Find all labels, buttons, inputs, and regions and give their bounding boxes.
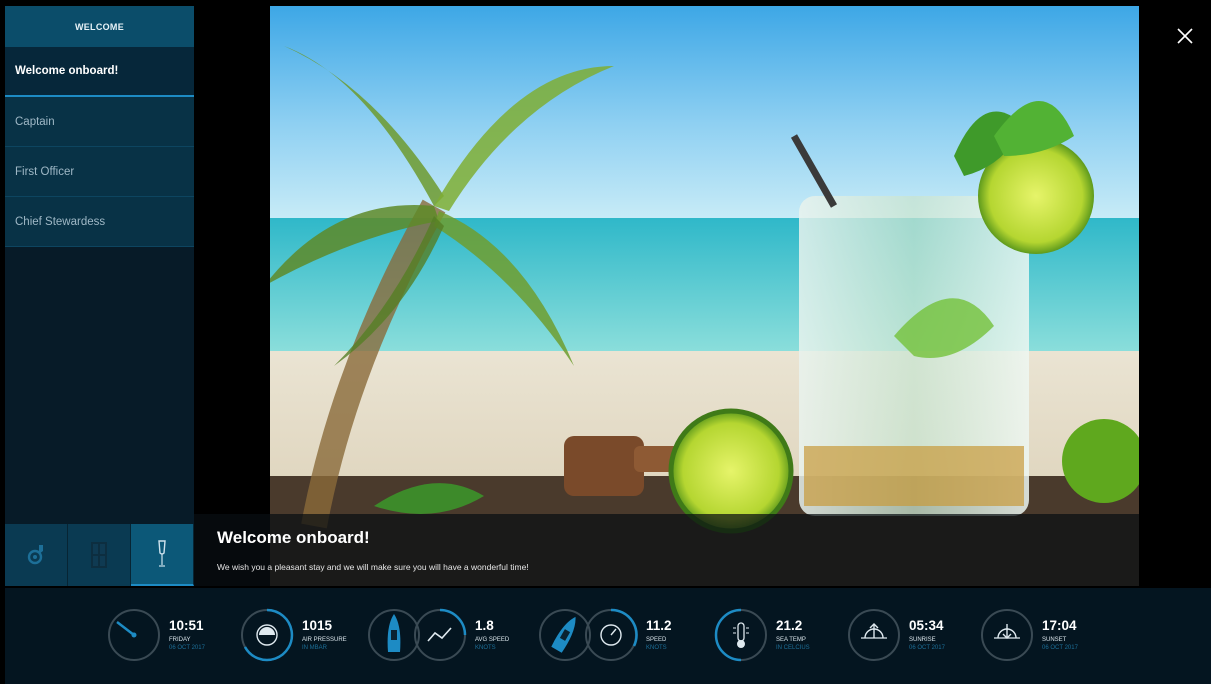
trend-icon [414,608,467,661]
time-sub: 06 OCT 2017 [169,645,205,651]
sunrise-label: SUNRISE [909,637,936,643]
sunset-label: SUNSET [1042,637,1067,643]
speed-widget[interactable]: 11.2 SPEED KNOTS [538,608,672,662]
status-bar: 10:51 FRIDAY 06 OCT 2017 1015 AIR PRESSU… [5,588,1211,684]
hero-caption: Welcome onboard! We wish you a pleasant … [194,514,1139,586]
speedometer-icon [585,608,638,661]
speed-label: SPEED [646,637,667,643]
thermometer-icon [714,608,767,662]
hero-image-panel: Welcome onboard! We wish you a pleasant … [194,6,1139,586]
sidebar-item-welcome-onboard[interactable]: Welcome onboard! [5,47,194,97]
sunrise-value: 05:34 [909,618,944,633]
screen: WELCOME Welcome onboard! Captain First O… [0,0,1211,684]
time-value: 10:51 [169,618,204,633]
sidebar-item-label: First Officer [15,165,75,178]
hero-text: We wish you a pleasant stay and we will … [217,562,529,572]
sea-temp-sub: IN CELCIUS [776,645,810,651]
time-label: FRIDAY [169,637,191,643]
speed-value: 11.2 [646,618,672,633]
sunrise-icon [848,609,900,661]
clock-icon [108,609,160,661]
air-pressure-sub: IN MBAR [302,645,328,651]
tab-rooms[interactable] [68,524,131,586]
sidebar: WELCOME Welcome onboard! Captain First O… [5,6,194,586]
sea-temp-label: SEA TEMP [776,637,806,643]
time-widget[interactable]: 10:51 FRIDAY 06 OCT 2017 [107,608,205,662]
champagne-glass-icon [158,540,166,567]
sidebar-item-first-officer[interactable]: First Officer [5,147,194,197]
hero-title: Welcome onboard! [217,528,370,547]
barometer-icon [241,608,294,662]
sidebar-header: WELCOME [5,6,194,47]
avg-speed-label: AVG SPEED [475,637,510,643]
sunset-value: 17:04 [1042,618,1077,633]
tab-services[interactable] [5,524,68,586]
sunrise-sub: 06 OCT 2017 [909,645,945,651]
hero-left-shade [194,6,270,586]
air-pressure-label: AIR PRESSURE [302,637,347,643]
tab-drinks[interactable] [131,524,194,586]
sunset-sub: 06 OCT 2017 [1042,645,1078,651]
air-pressure-widget[interactable]: 1015 AIR PRESSURE IN MBAR [240,608,347,662]
avg-speed-value: 1.8 [475,618,494,633]
sidebar-item-captain[interactable]: Captain [5,97,194,147]
door-icon [91,542,107,568]
sidebar-item-label: Welcome onboard! [15,65,119,77]
sea-temp-value: 21.2 [776,618,803,633]
close-icon [1177,28,1193,44]
close-button[interactable] [1175,26,1195,46]
sidebar-item-chief-stewardess[interactable]: Chief Stewardess [5,197,194,247]
sidebar-tabs [5,524,194,586]
sidebar-item-label: Chief Stewardess [15,215,106,228]
sunset-icon [981,609,1033,661]
avg-speed-widget[interactable]: 1.8 AVG SPEED KNOTS [367,608,509,662]
sidebar-item-label: Captain [15,115,55,128]
gear-wrench-icon [27,545,43,565]
sea-temp-widget[interactable]: 21.2 SEA TEMP IN CELCIUS [714,608,810,662]
beach-mojito-photo [194,6,1139,586]
air-pressure-value: 1015 [302,618,333,633]
avg-speed-sub: KNOTS [475,645,496,651]
sunrise-widget[interactable]: 05:34 SUNRISE 06 OCT 2017 [847,608,945,662]
speed-sub: KNOTS [646,645,667,651]
sunset-widget[interactable]: 17:04 SUNSET 06 OCT 2017 [980,608,1078,662]
